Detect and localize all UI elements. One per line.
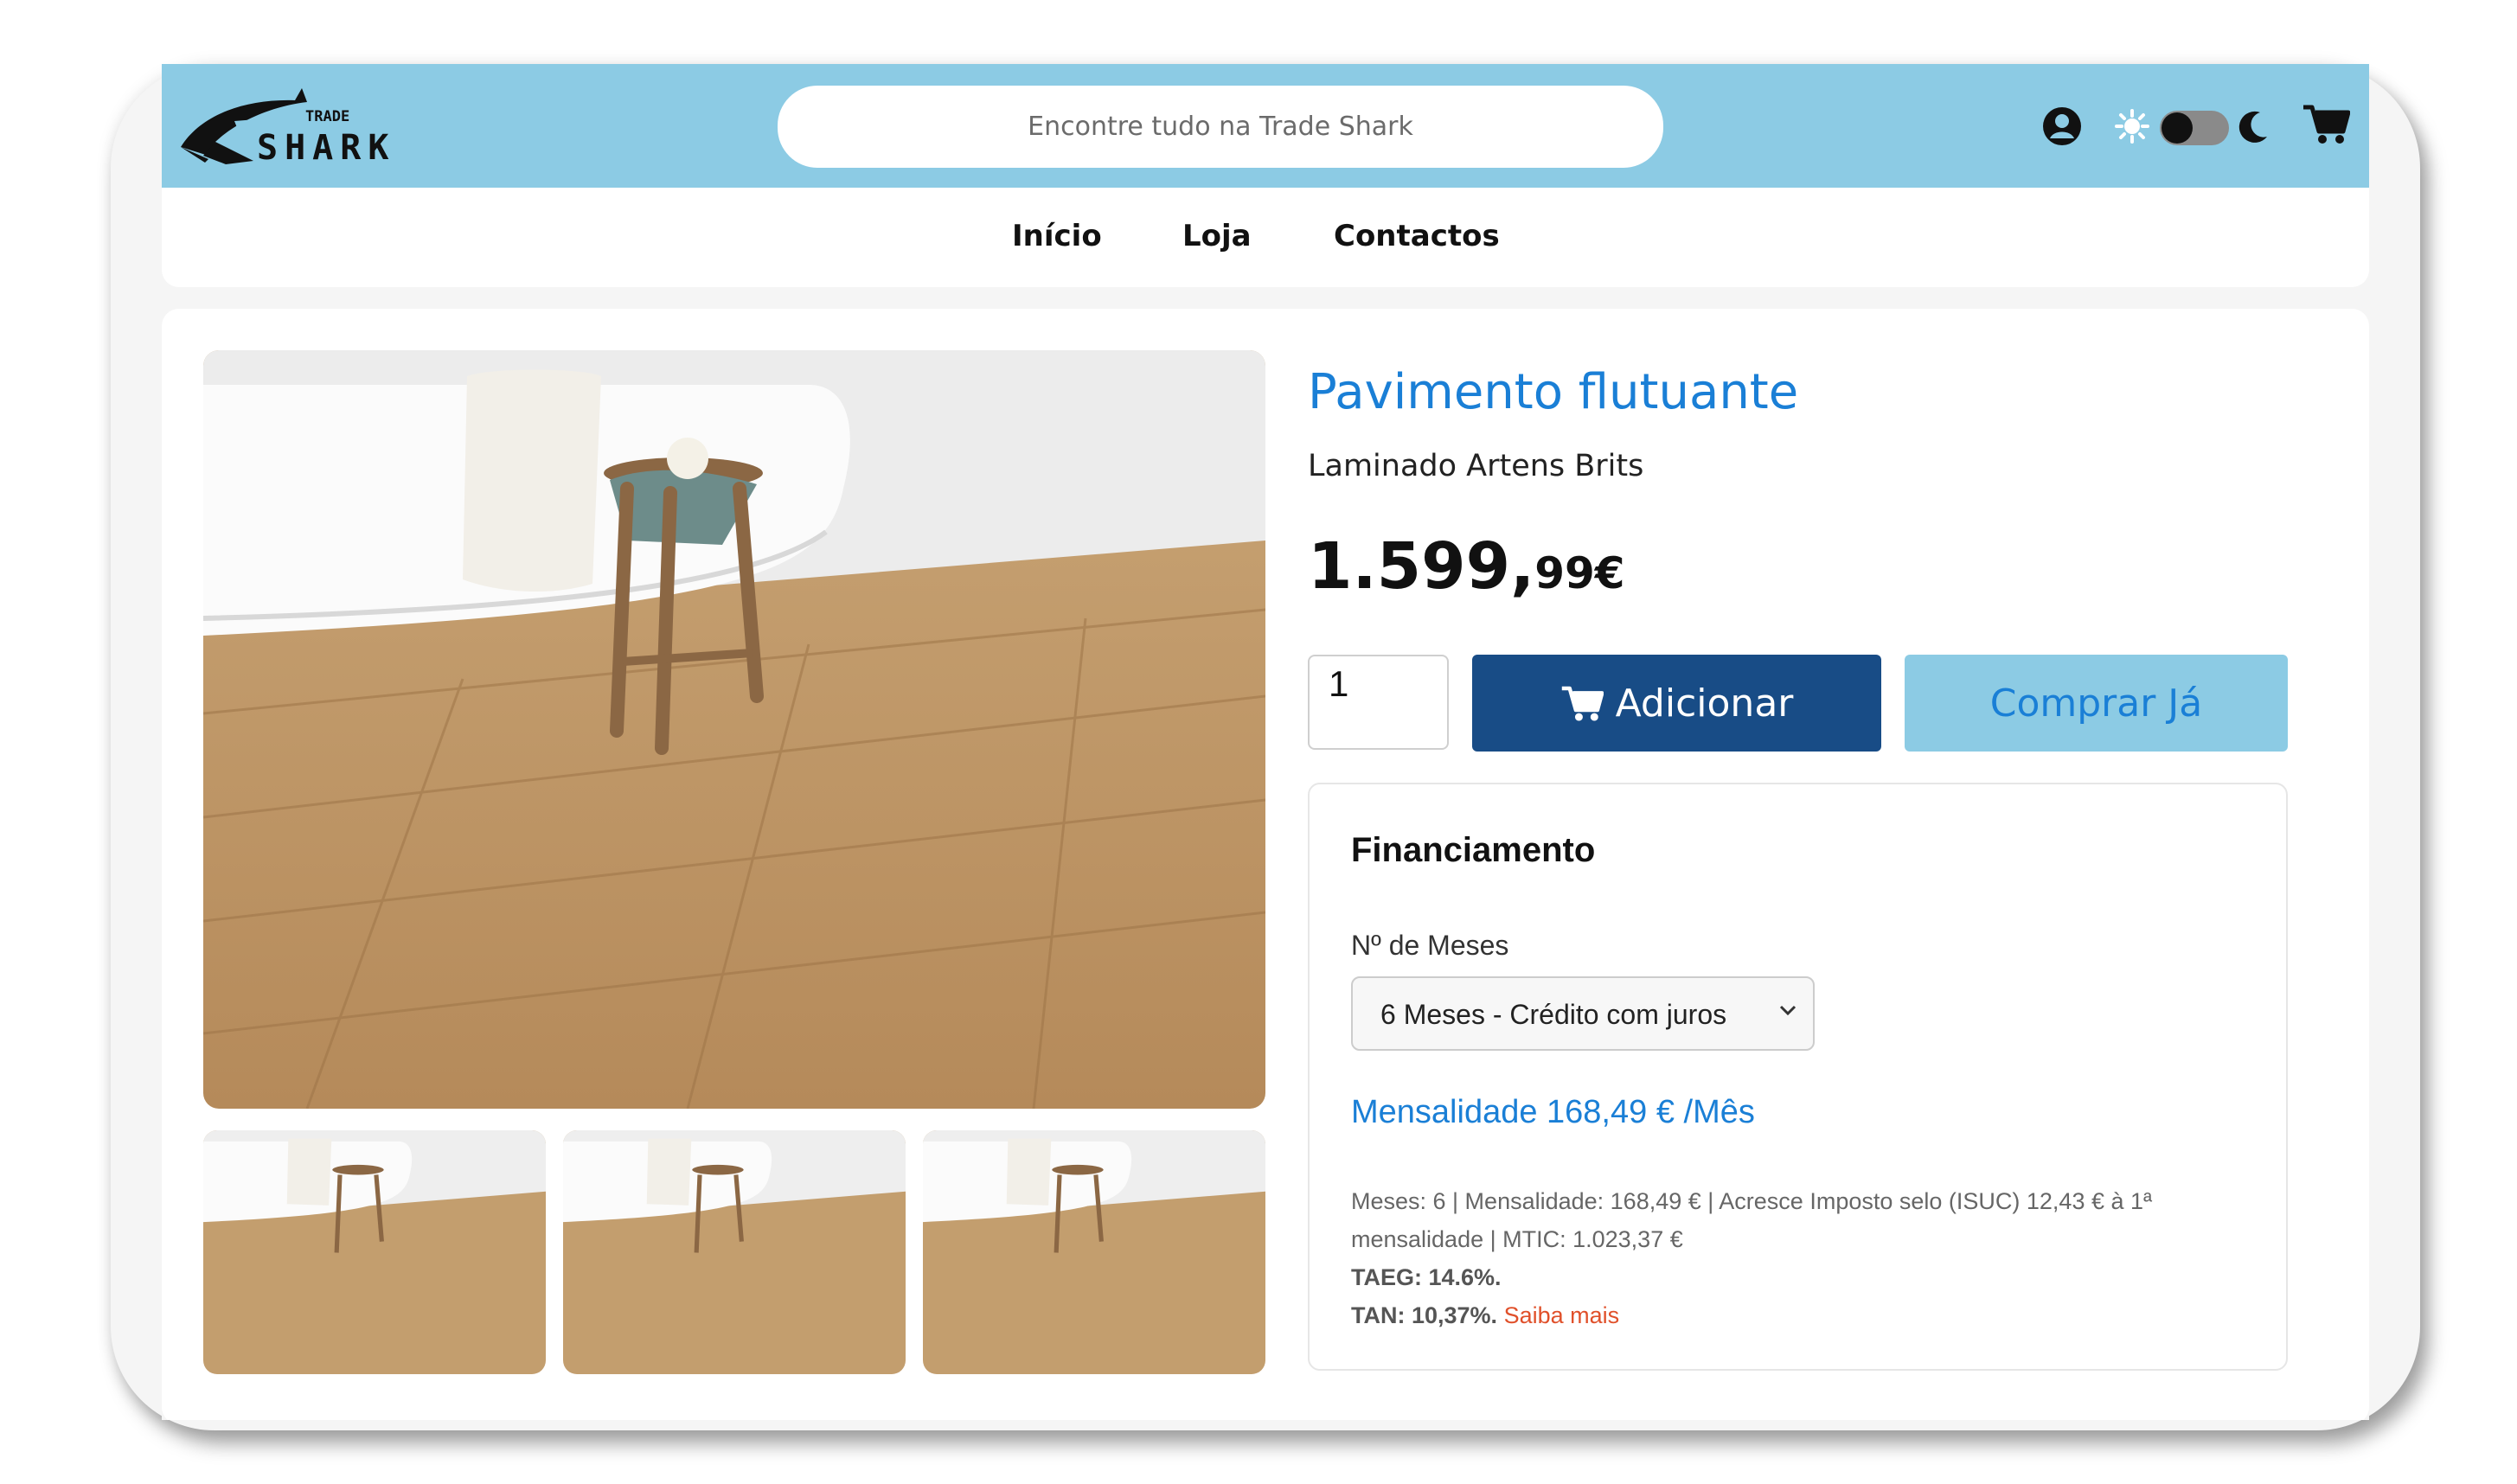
logo-text-trade: TRADE [305,108,349,125]
product-main-image[interactable] [203,350,1265,1109]
product-thumbnail[interactable] [923,1130,1265,1374]
taeg-value: TAEG: 14.6%. [1351,1264,1502,1290]
product-thumbnail[interactable] [563,1130,906,1374]
shark-logo-icon: TRADE SHARK [181,88,395,168]
user-icon[interactable] [2041,106,2083,151]
add-to-cart-label: Adicionar [1615,681,1794,726]
saiba-mais-link[interactable]: Saiba mais [1504,1302,1620,1328]
search-input[interactable] [778,86,1663,168]
chevron-down-icon [1779,1005,1796,1016]
months-label: Nº de Meses [1351,930,1509,961]
months-select-value: 6 Meses - Crédito com juros [1380,999,1727,1030]
price-integer: 1.599, [1308,529,1535,604]
header-bar: TRADE SHARK [162,64,2369,188]
add-to-cart-button[interactable]: Adicionar [1472,655,1881,752]
nav-item-contactos[interactable]: Contactos [1334,219,1500,253]
months-select[interactable]: 6 Meses - Crédito com juros [1351,976,1815,1051]
price-decimal: 99€ [1534,548,1625,598]
product-title: Pavimento flutuante [1308,364,1799,420]
app-screen: TRADE SHARK Encontre tudo na Trade Shark… [162,64,2369,1420]
main-nav: Início Loja Contactos [162,188,2369,287]
product-card: Pavimento flutuante Laminado Artens Brit… [162,309,2369,1420]
trade-shark-logo[interactable]: TRADE SHARK [174,80,399,175]
financing-details: Meses: 6 | Mensalidade: 168,49 € | Acres… [1351,1182,2225,1334]
buy-now-button[interactable]: Comprar Já [1905,655,2288,752]
product-price: 1.599,99€ [1308,529,1625,604]
monthly-payment: Mensalidade 168,49 € /Mês [1351,1094,1755,1130]
product-subtitle: Laminado Artens Brits [1308,449,1644,483]
moon-icon[interactable] [2236,109,2270,150]
logo-text-shark: SHARK [257,128,395,168]
cart-icon [1561,686,1604,721]
quantity-input[interactable]: 1 [1308,655,1449,750]
financing-details-line: Meses: 6 | Mensalidade: 168,49 € | Acres… [1351,1188,2153,1252]
nav-item-inicio[interactable]: Início [1012,219,1102,253]
product-thumbnail[interactable] [203,1130,546,1374]
theme-toggle[interactable] [2160,111,2229,150]
sun-icon[interactable] [2115,109,2149,148]
financing-panel: Financiamento Nº de Meses 6 Meses - Créd… [1308,783,2288,1371]
nav-item-loja[interactable]: Loja [1182,219,1252,253]
cart-icon[interactable] [2302,102,2351,150]
tan-value: TAN: 10,37%. [1351,1302,1498,1328]
financing-title: Financiamento [1351,831,1596,869]
buy-now-label: Comprar Já [1989,681,2203,726]
